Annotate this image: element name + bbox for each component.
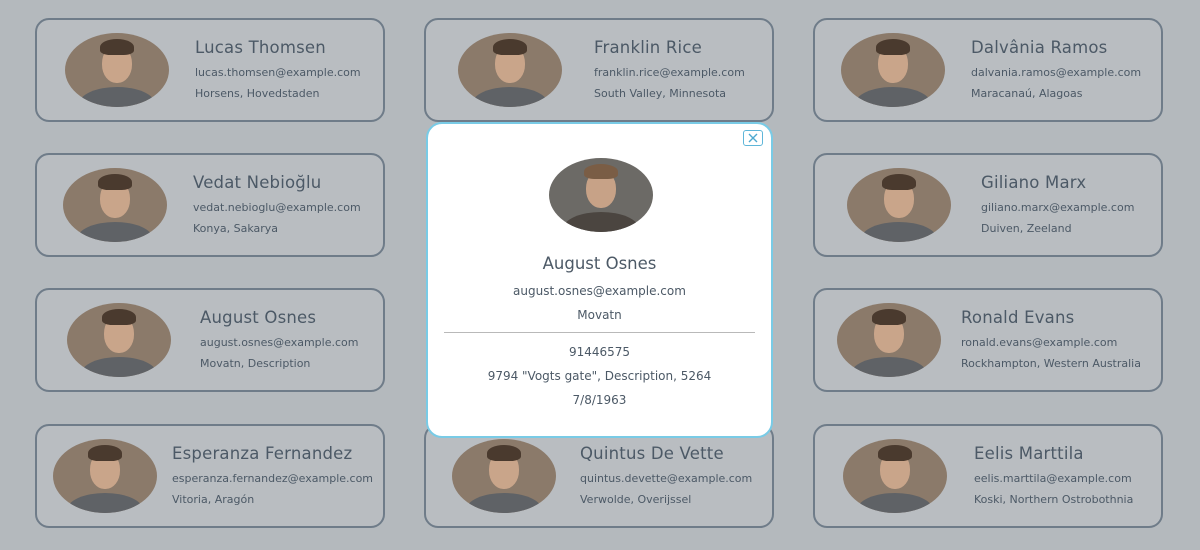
employee-card[interactable]: Dalvânia Ramos dalvania.ramos@example.co… <box>813 18 1163 122</box>
modal-phone: 91446575 <box>568 345 631 359</box>
card-email: august.osnes@example.com <box>200 336 359 349</box>
employee-card[interactable]: Esperanza Fernandez esperanza.fernandez@… <box>35 424 385 528</box>
avatar <box>452 439 556 513</box>
avatar <box>549 158 653 232</box>
card-email: eelis.marttila@example.com <box>974 472 1132 485</box>
card-location: Koski, Northern Ostrobothnia <box>974 493 1134 506</box>
card-name: Giliano Marx <box>981 173 1087 192</box>
divider <box>444 332 755 333</box>
card-location: Verwolde, Overijssel <box>580 493 692 506</box>
avatar <box>841 33 945 107</box>
card-email: vedat.nebioglu@example.com <box>193 201 361 214</box>
card-location: Movatn, Description <box>200 357 311 370</box>
modal-city: Movatn <box>577 308 622 322</box>
card-email: quintus.devette@example.com <box>580 472 753 485</box>
avatar <box>837 303 941 377</box>
employee-card[interactable]: Franklin Rice franklin.rice@example.com … <box>424 18 774 122</box>
employee-card[interactable]: Quintus De Vette quintus.devette@example… <box>424 424 774 528</box>
modal-address: 9794 "Vogts gate", Description, 5264 <box>487 369 712 383</box>
card-name: Ronald Evans <box>961 308 1075 327</box>
employee-detail-modal: August Osnes august.osnes@example.com Mo… <box>426 122 773 438</box>
employee-card[interactable]: Giliano Marx giliano.marx@example.com Du… <box>813 153 1163 257</box>
card-name: Franklin Rice <box>594 38 702 57</box>
card-name: Dalvânia Ramos <box>971 38 1108 57</box>
avatar <box>67 303 171 377</box>
employee-card[interactable]: Ronald Evans ronald.evans@example.com Ro… <box>813 288 1163 392</box>
avatar <box>847 168 951 242</box>
avatar <box>458 33 562 107</box>
close-button[interactable] <box>743 130 763 146</box>
modal-birthday: 7/8/1963 <box>572 393 627 407</box>
card-name: Vedat Nebioğlu <box>193 173 322 192</box>
card-location: Duiven, Zeeland <box>981 222 1072 235</box>
card-name: Quintus De Vette <box>580 444 724 463</box>
card-email: esperanza.fernandez@example.com <box>172 472 374 485</box>
close-icon <box>748 133 758 143</box>
employee-card[interactable]: Eelis Marttila eelis.marttila@example.co… <box>813 424 1163 528</box>
employee-card[interactable]: Lucas Thomsen lucas.thomsen@example.com … <box>35 18 385 122</box>
card-location: Maracanaú, Alagoas <box>971 87 1083 100</box>
avatar <box>63 168 167 242</box>
card-email: ronald.evans@example.com <box>961 336 1118 349</box>
card-location: Rockhampton, Western Australia <box>961 357 1141 370</box>
avatar <box>53 439 157 513</box>
avatar <box>65 33 169 107</box>
card-email: franklin.rice@example.com <box>594 66 745 79</box>
card-location: Horsens, Hovedstaden <box>195 87 320 100</box>
card-location: Konya, Sakarya <box>193 222 279 235</box>
card-name: Eelis Marttila <box>974 444 1084 463</box>
modal-name: August Osnes <box>542 254 657 273</box>
card-email: lucas.thomsen@example.com <box>195 66 361 79</box>
employee-card[interactable]: August Osnes august.osnes@example.com Mo… <box>35 288 385 392</box>
card-location: South Valley, Minnesota <box>594 87 727 100</box>
card-name: Lucas Thomsen <box>195 38 326 57</box>
card-email: giliano.marx@example.com <box>981 201 1135 214</box>
avatar <box>843 439 947 513</box>
employee-card[interactable]: Vedat Nebioğlu vedat.nebioglu@example.co… <box>35 153 385 257</box>
card-name: August Osnes <box>200 308 317 327</box>
card-email: dalvania.ramos@example.com <box>971 66 1142 79</box>
card-name: Esperanza Fernandez <box>172 444 353 463</box>
modal-email: august.osnes@example.com <box>513 284 686 298</box>
card-location: Vitoria, Aragón <box>172 493 255 506</box>
